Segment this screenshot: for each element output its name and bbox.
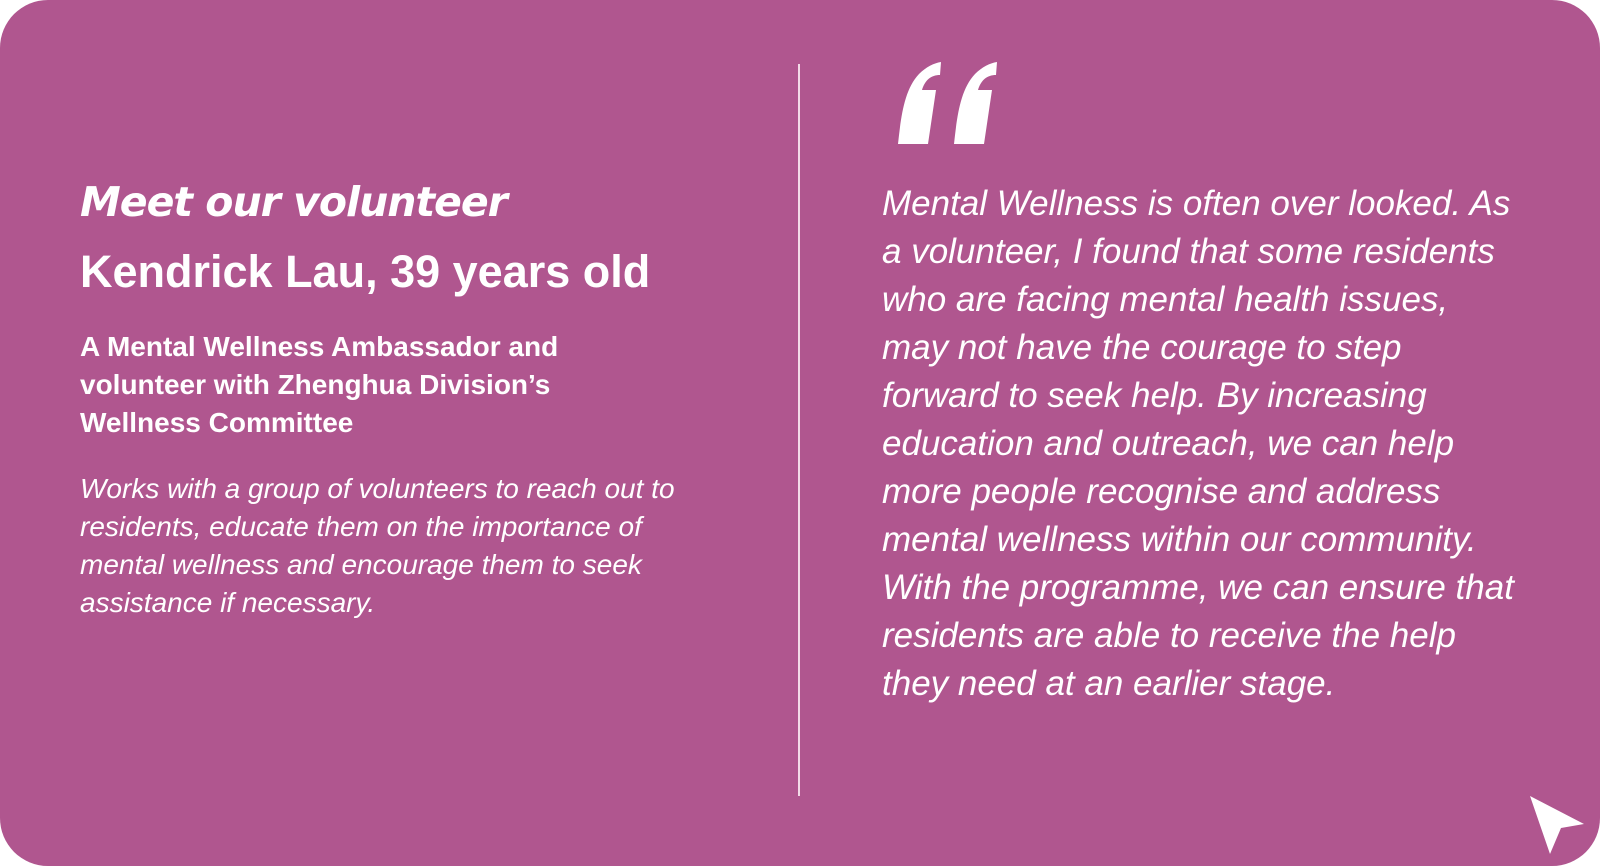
volunteer-description: Works with a group of volunteers to reac… [80, 473, 675, 618]
volunteer-profile: Meet our volunteer Kendrick Lau, 39 year… [80, 176, 720, 622]
cursor-arrow-icon [1530, 796, 1584, 854]
volunteer-card: Meet our volunteer Kendrick Lau, 39 year… [0, 0, 1600, 866]
testimonial-quote: Mental Wellness is often over looked. As… [882, 184, 1514, 703]
vertical-divider [798, 64, 800, 796]
volunteer-role: A Mental Wellness Ambassador and volunte… [80, 331, 559, 438]
eyebrow-heading: Meet our volunteer [80, 178, 508, 226]
volunteer-name: Kendrick Lau, 39 years old [80, 246, 651, 297]
quote-mark-icon [898, 62, 997, 144]
